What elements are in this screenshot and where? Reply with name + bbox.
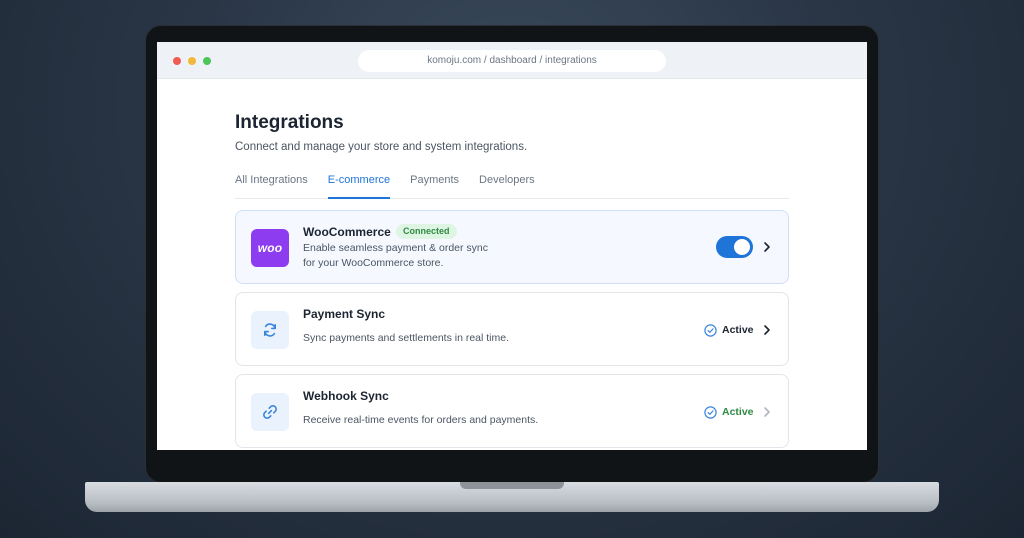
toggle-knob xyxy=(734,239,750,255)
integration-card-woocommerce[interactable]: woo WooCommerce Connected Enable seamles… xyxy=(235,210,789,284)
link-icon xyxy=(251,393,289,431)
connected-badge: Connected xyxy=(396,224,457,239)
chevron-right-icon[interactable] xyxy=(762,241,772,253)
integration-description: Receive real-time events for orders and … xyxy=(303,414,539,426)
maximize-window-dot[interactable] xyxy=(203,57,211,65)
tab-developers[interactable]: Developers xyxy=(479,173,535,199)
woocommerce-enable-toggle[interactable] xyxy=(716,236,753,258)
integration-name: Payment Sync xyxy=(303,307,386,321)
minimize-window-dot[interactable] xyxy=(188,57,196,65)
description-line-2: for your WooCommerce store. xyxy=(303,257,444,269)
page-subtitle: Connect and manage your store and system… xyxy=(235,141,528,153)
integration-description: Sync payments and settlements in real ti… xyxy=(303,332,510,344)
tab-bar: All Integrations E-commerce Payments Dev… xyxy=(235,173,789,199)
integration-description: Enable seamless payment & order sync for… xyxy=(303,241,488,271)
laptop-notch xyxy=(460,482,564,489)
refresh-icon xyxy=(251,311,289,349)
integration-name: Webhook Sync xyxy=(303,389,389,403)
chevron-right-icon[interactable] xyxy=(762,324,772,336)
address-bar[interactable]: komoju.com / dashboard / integrations xyxy=(358,50,666,72)
status-indicator: Active xyxy=(704,405,754,419)
browser-toolbar: komoju.com / dashboard / integrations xyxy=(157,42,867,79)
woocommerce-logo-text: woo xyxy=(257,241,283,255)
description-line-1: Enable seamless payment & order sync xyxy=(303,242,489,254)
integration-name: WooCommerce xyxy=(303,225,391,239)
integration-card-payment-sync[interactable]: Payment Sync Sync payments and settlemen… xyxy=(235,292,789,366)
browser-window: komoju.com / dashboard / integrations In… xyxy=(157,42,867,450)
woocommerce-logo: woo xyxy=(251,229,289,267)
check-circle-icon xyxy=(704,405,717,419)
integrations-page: Integrations Connect and manage your sto… xyxy=(235,112,789,448)
check-circle-icon xyxy=(704,323,717,337)
status-indicator: Active xyxy=(704,323,754,337)
page-title: Integrations xyxy=(235,112,344,133)
close-window-dot[interactable] xyxy=(173,57,181,65)
tab-payments[interactable]: Payments xyxy=(410,173,459,199)
status-label: Active xyxy=(722,406,754,418)
tab-e-commerce[interactable]: E-commerce xyxy=(327,173,391,199)
status-label: Active xyxy=(722,324,754,336)
integration-card-webhook-sync[interactable]: Webhook Sync Receive real-time events fo… xyxy=(235,374,789,448)
tab-all-integrations[interactable]: All Integrations xyxy=(235,173,308,199)
chevron-right-icon[interactable] xyxy=(762,406,772,418)
